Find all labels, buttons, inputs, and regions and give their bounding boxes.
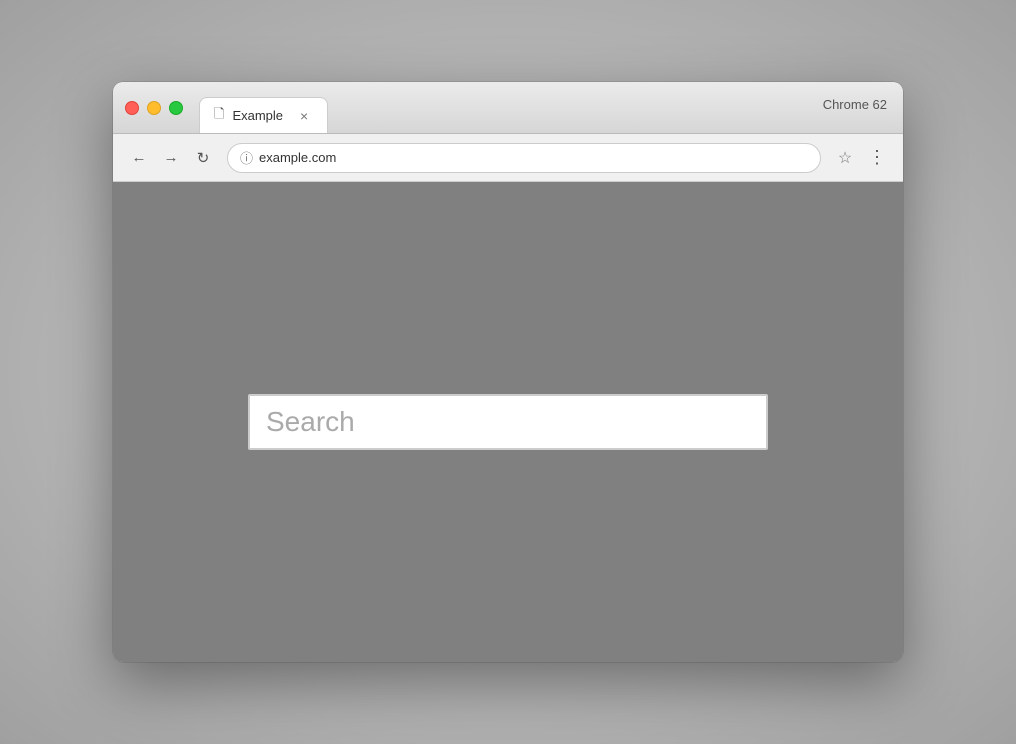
tab-close-button[interactable]: × [295, 107, 313, 125]
nav-bar: ← → ↻ ⓘ example.com ☆ ⋮ [113, 134, 903, 182]
tab-favicon-icon: 🗋 [214, 105, 224, 127]
menu-button[interactable]: ⋮ [863, 144, 891, 172]
window-controls [125, 101, 183, 115]
tabs-area: 🗋 Example × [199, 82, 823, 133]
reload-button[interactable]: ↻ [189, 144, 217, 172]
bookmark-button[interactable]: ☆ [831, 144, 859, 172]
forward-button[interactable]: → [157, 144, 185, 172]
page-content [113, 182, 903, 662]
maximize-button[interactable] [169, 101, 183, 115]
search-input[interactable] [248, 394, 768, 450]
title-bar: 🗋 Example × Chrome 62 [113, 82, 903, 134]
back-button[interactable]: ← [125, 144, 153, 172]
browser-window: 🗋 Example × Chrome 62 ← → ↻ ⓘ example.co… [113, 82, 903, 662]
active-tab[interactable]: 🗋 Example × [199, 97, 328, 133]
security-info-icon: ⓘ [240, 148, 253, 167]
new-tab-area [328, 127, 823, 133]
minimize-button[interactable] [147, 101, 161, 115]
url-display: example.com [259, 150, 808, 165]
tab-title: Example [232, 108, 283, 123]
chrome-version-label: Chrome 62 [823, 97, 887, 118]
address-bar[interactable]: ⓘ example.com [227, 143, 821, 173]
close-button[interactable] [125, 101, 139, 115]
